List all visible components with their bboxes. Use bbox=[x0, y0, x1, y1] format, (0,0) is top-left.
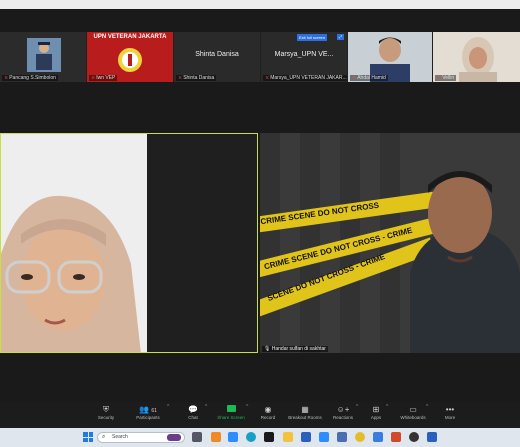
zoom-icon[interactable] bbox=[228, 432, 238, 442]
participant-name: 🎙 Handar sulfan di sakhtar bbox=[262, 346, 328, 352]
chrome-browser-icon[interactable] bbox=[355, 432, 365, 442]
exit-fullscreen-badge[interactable]: Exit full screen bbox=[297, 34, 328, 41]
gallery-strip: ✋ ⨯Pancang S.Simbolon UPN VETERAN JAKART… bbox=[0, 32, 520, 82]
active-video-left[interactable] bbox=[0, 133, 258, 353]
mic-muted-icon: ⨯ bbox=[4, 75, 9, 81]
chrome-icon[interactable] bbox=[264, 432, 274, 442]
participants-button[interactable]: 👥 61 Participants bbox=[130, 405, 166, 420]
participant-name: ⨯Pancang S.Simbolon bbox=[2, 75, 58, 81]
search-icon: ⌕ bbox=[102, 434, 106, 440]
share-options-caret[interactable]: ^ bbox=[246, 404, 248, 410]
fullscreen-icon[interactable]: ⤢ bbox=[337, 34, 344, 40]
apps-icon: ⊞ bbox=[372, 405, 380, 414]
whiteboards-options-caret[interactable]: ^ bbox=[426, 404, 428, 410]
participant-tile[interactable]: UPN VETERAN JAKARTA ⨯Iwn VEP bbox=[87, 32, 173, 82]
more-button[interactable]: ••• More bbox=[432, 405, 468, 420]
task-view-icon[interactable] bbox=[192, 432, 202, 442]
window-top-strip bbox=[0, 0, 520, 9]
search-highlight-icon bbox=[167, 434, 181, 441]
apps-options-caret[interactable]: ^ bbox=[386, 404, 388, 410]
more-icon: ••• bbox=[445, 405, 455, 414]
apps-button[interactable]: ⊞ Apps bbox=[358, 405, 394, 420]
participant-tile[interactable]: ⨯Pancang S.Simbolon bbox=[0, 32, 86, 82]
mic-muted-icon: ⨯ bbox=[178, 75, 183, 81]
zoom-app-icon[interactable] bbox=[319, 432, 329, 442]
edge-icon[interactable] bbox=[246, 432, 256, 442]
participant-tile[interactable]: Exit full screen ⤢ Marsya_UPN VE... ⨯Mar… bbox=[261, 32, 347, 82]
photos-icon[interactable] bbox=[337, 432, 347, 442]
meeting-toolbar: ⛨ Security 👥 61 Participants ^ 💬 Chat ^ Sha… bbox=[0, 402, 520, 428]
security-button[interactable]: ⛨ Security bbox=[88, 405, 124, 420]
powerpoint-icon[interactable] bbox=[391, 432, 401, 442]
widgets-icon[interactable] bbox=[211, 432, 221, 442]
participants-options-caret[interactable]: ^ bbox=[167, 404, 169, 410]
participant-name: ⨯Shinta Danisa bbox=[176, 75, 217, 81]
taskbar-search-box[interactable]: ⌕ Search bbox=[97, 432, 185, 443]
participant-name: ⨯Marsya_UPN VETERAN JAKAR... bbox=[263, 75, 347, 81]
participant-tile[interactable]: ⨯Vellin bbox=[433, 32, 520, 82]
participant-tile[interactable]: ⨯Ahdal Hamid bbox=[348, 32, 432, 82]
chat-options-caret[interactable]: ^ bbox=[205, 404, 207, 410]
participant-name: ⨯Ahdal Hamid bbox=[350, 75, 388, 81]
participant-video bbox=[1, 134, 257, 352]
word-icon[interactable] bbox=[301, 432, 311, 442]
word-doc-icon[interactable] bbox=[427, 432, 437, 442]
active-video-right[interactable]: CRIME SCENE DO NOT CROSS CRIME SCENE DO … bbox=[260, 133, 520, 353]
breakout-icon: ▦ bbox=[301, 405, 309, 414]
mic-muted-icon: ⨯ bbox=[437, 75, 442, 81]
participant-center-label: Marsya_UPN VE... bbox=[274, 51, 334, 58]
record-button[interactable]: ◉ Record bbox=[250, 405, 286, 420]
participant-name: ⨯Vellin bbox=[435, 75, 457, 81]
mic-muted-icon: ⨯ bbox=[352, 75, 357, 81]
breakout-rooms-button[interactable]: ▦ Breakout Rooms bbox=[287, 405, 323, 420]
store-icon[interactable] bbox=[373, 432, 383, 442]
mic-muted-icon: ⨯ bbox=[265, 75, 270, 81]
windows-taskbar: ⌕ Search bbox=[0, 428, 520, 447]
file-explorer-icon[interactable] bbox=[283, 432, 293, 442]
share-screen-icon bbox=[213, 405, 249, 415]
mic-muted-icon: ⨯ bbox=[91, 75, 96, 81]
participant-video bbox=[260, 133, 520, 353]
participant-name: ⨯Iwn VEP bbox=[89, 75, 118, 81]
record-icon: ◉ bbox=[264, 405, 272, 414]
mic-icon: 🎙 bbox=[264, 346, 271, 352]
participant-center-label: Shinta Danisa bbox=[195, 51, 239, 58]
shield-icon: ⛨ bbox=[103, 405, 109, 414]
media-player-icon[interactable] bbox=[409, 432, 419, 442]
share-screen-button[interactable]: Share Screen bbox=[213, 405, 249, 420]
windows-start-icon[interactable] bbox=[83, 432, 93, 442]
participants-icon: 👥 61 bbox=[139, 405, 157, 414]
participant-tile[interactable]: Shinta Danisa ⨯Shinta Danisa bbox=[174, 32, 260, 82]
